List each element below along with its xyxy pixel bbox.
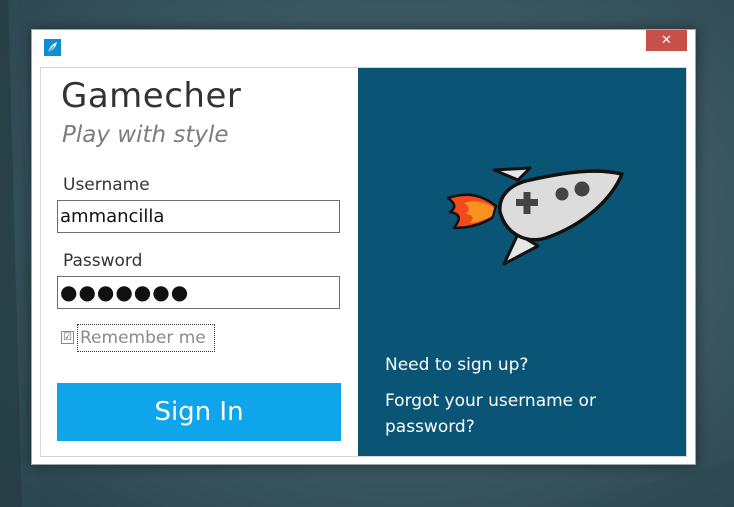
username-label: Username bbox=[63, 175, 150, 195]
login-window: ✕ Gamecher Play with style Username amma… bbox=[31, 29, 696, 465]
close-button[interactable]: ✕ bbox=[646, 30, 687, 51]
checkbox-checked-icon[interactable]: ☑ bbox=[61, 331, 74, 344]
login-content: Gamecher Play with style Username ammanc… bbox=[40, 67, 687, 457]
remember-me-label[interactable]: Remember me bbox=[77, 324, 215, 352]
sign-in-button[interactable]: Sign In bbox=[57, 383, 341, 441]
app-tagline: Play with style bbox=[62, 122, 229, 148]
password-input[interactable]: ●●●●●●● bbox=[57, 276, 340, 309]
remember-me-checkbox[interactable]: ☑ Remember me bbox=[61, 321, 221, 353]
sign-up-link[interactable]: Need to sign up? bbox=[385, 352, 528, 378]
app-title: Gamecher bbox=[61, 76, 242, 116]
login-form: Gamecher Play with style Username ammanc… bbox=[41, 68, 358, 456]
feather-icon bbox=[44, 39, 61, 56]
password-label: Password bbox=[63, 251, 143, 271]
rocket-gamepad-icon bbox=[446, 166, 624, 266]
side-panel: Need to sign up? Forgot your username or… bbox=[358, 68, 686, 456]
username-input[interactable]: ammancilla bbox=[57, 200, 340, 233]
forgot-credentials-link[interactable]: Forgot your username or password? bbox=[385, 388, 645, 440]
